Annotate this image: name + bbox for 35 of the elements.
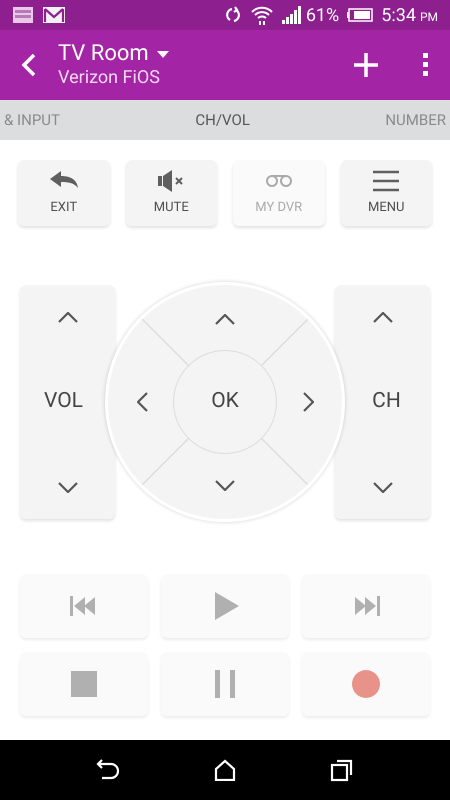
chevron-down-icon	[372, 482, 392, 492]
room-selector[interactable]: TV Room Verizon FiOS	[58, 41, 346, 89]
back-icon	[21, 52, 37, 78]
volume-label: VOL	[44, 388, 83, 416]
provider-subtitle: Verizon FiOS	[58, 67, 160, 89]
chevron-right-icon	[302, 392, 314, 412]
add-icon	[353, 52, 379, 78]
sync-icon	[224, 6, 242, 24]
remote-button[interactable]: MENU	[340, 160, 432, 226]
signal-icon	[282, 6, 302, 24]
chevron-up-icon	[372, 312, 392, 322]
room-title: TV Room	[58, 41, 149, 67]
chevron-down-icon	[215, 480, 235, 490]
channel-label: CH	[372, 388, 401, 416]
clock-ampm: PM	[420, 9, 438, 26]
chevron-left-icon	[136, 392, 148, 412]
remote-button[interactable]: MUTE	[126, 160, 217, 226]
more-icon	[423, 53, 429, 77]
chevron-down-icon	[58, 482, 78, 492]
mail-icon	[42, 6, 66, 24]
home-icon	[214, 759, 236, 781]
chevron-up-icon	[58, 312, 78, 322]
ok-button[interactable]: OK	[173, 350, 277, 454]
battery-percent: 61%	[306, 4, 340, 28]
image-icon	[12, 6, 34, 24]
remote-button[interactable]: EXIT	[18, 160, 110, 226]
record-icon	[349, 667, 383, 701]
tab[interactable]: CH/VOL	[191, 100, 254, 140]
battery-icon	[347, 8, 374, 22]
dropdown-icon	[156, 50, 169, 58]
clock-time: 5:34	[381, 4, 416, 28]
recents-icon	[330, 758, 354, 782]
chevron-up-icon	[215, 314, 235, 324]
back-icon	[96, 759, 120, 781]
wifi-icon	[250, 5, 274, 25]
